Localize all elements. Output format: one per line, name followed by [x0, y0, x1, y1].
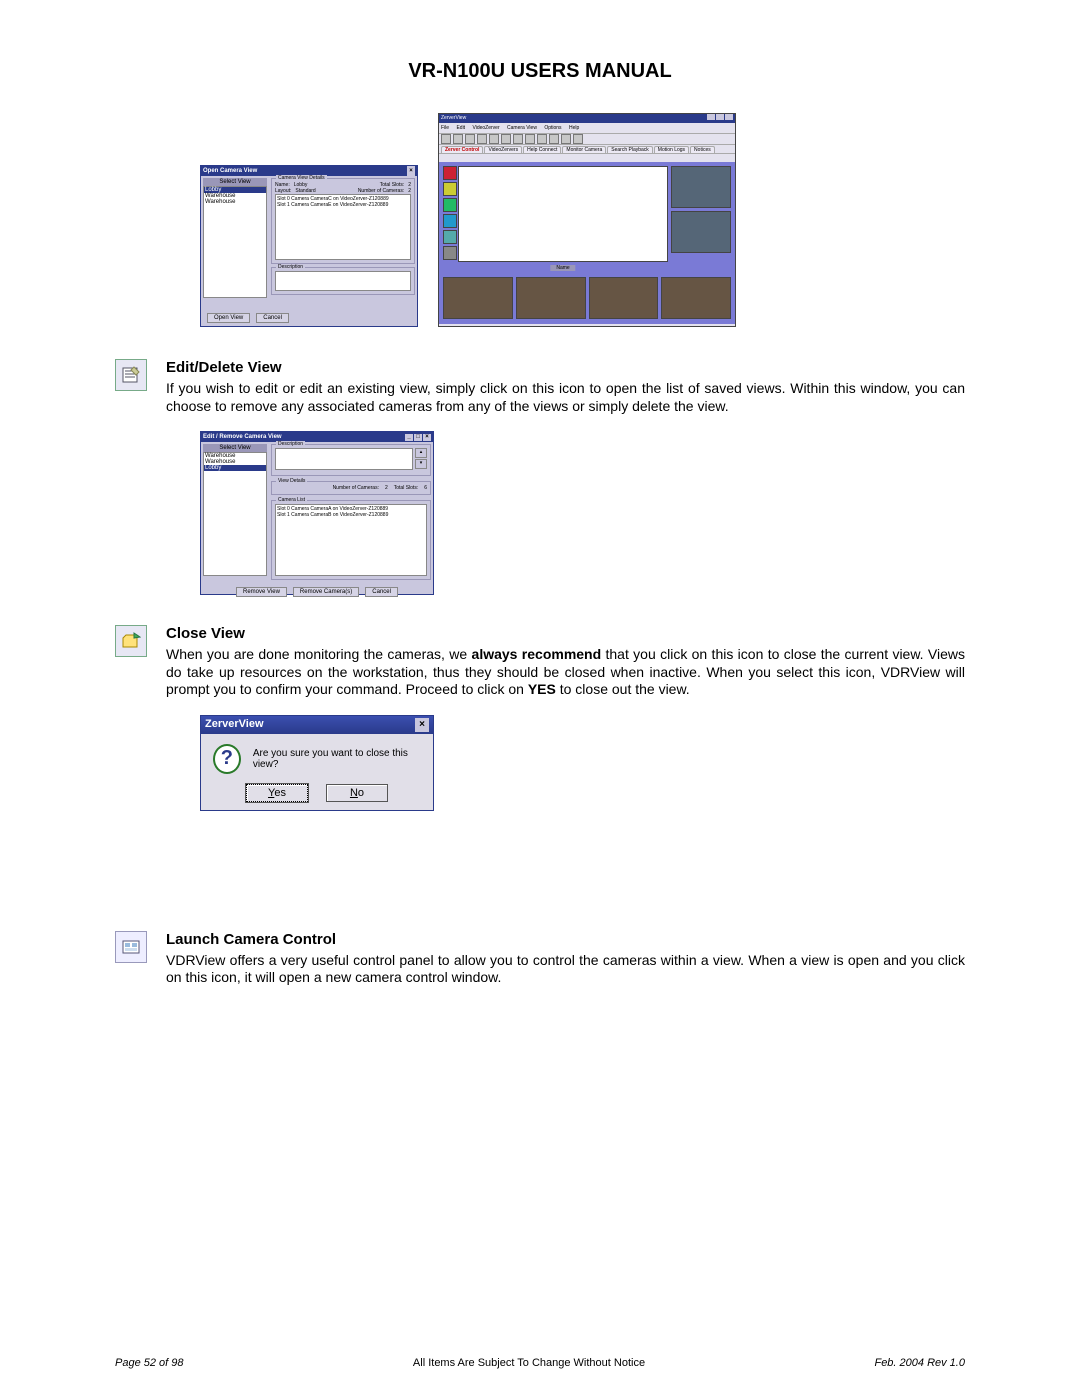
launch-camera-heading: Launch Camera Control	[166, 931, 965, 948]
side-toolbar[interactable]	[443, 166, 455, 262]
description-legend: Description	[276, 441, 305, 447]
page-title: VR-N100U USERS MANUAL	[115, 60, 965, 83]
select-view-header: Select View	[203, 178, 267, 186]
dialog-title: Edit / Remove Camera View	[203, 432, 282, 442]
menu-help[interactable]: Help	[569, 125, 579, 131]
yes-button[interactable]: Yes	[246, 784, 308, 802]
camera-list[interactable]: Slot 0 Camera CameraA on VideoZerver-Z12…	[275, 504, 427, 576]
view-list[interactable]: Lobby Warehouse Warehouse	[203, 186, 267, 298]
tab[interactable]: Motion Logs	[654, 146, 689, 153]
confirm-message: Are you sure you want to close this view…	[253, 748, 421, 770]
num-cameras-label: Number of Cameras:	[333, 485, 379, 491]
menu-file[interactable]: File	[441, 125, 449, 131]
remove-cameras-button[interactable]: Remove Camera(s)	[293, 587, 359, 597]
menu-videozerver[interactable]: VideoZerver	[472, 125, 499, 131]
tab[interactable]: Help Connect	[523, 146, 561, 153]
description-legend: Description	[276, 264, 305, 270]
launch-camera-control-icon	[115, 931, 147, 963]
remove-view-button[interactable]: Remove View	[236, 587, 287, 597]
edit-view-heading: Edit/Delete View	[166, 359, 965, 376]
zerverview-main-window: ZerverView File Edit VideoZerver Camera …	[438, 113, 736, 327]
list-item[interactable]: Lobby	[204, 465, 266, 471]
camera-list: Slot 0 Camera CameraC on VideoZerver-Z12…	[275, 194, 411, 260]
menu-cameraview[interactable]: Camera View	[507, 125, 537, 131]
thumbnail[interactable]	[661, 277, 731, 319]
tab[interactable]: Notices	[690, 146, 715, 153]
view-list[interactable]: Warehouse Warehouse Lobby	[203, 452, 267, 576]
close-icon[interactable]: ×	[423, 434, 431, 441]
cancel-button[interactable]: Cancel	[365, 587, 398, 597]
layout-value: Standard	[295, 188, 315, 194]
edit-view-icon	[115, 359, 147, 391]
cancel-button[interactable]: Cancel	[256, 313, 289, 323]
tab-bar[interactable]: Zerver Control VideoZervers Help Connect…	[439, 145, 735, 154]
tab[interactable]: Monitor Camera	[562, 146, 606, 153]
open-camera-view-dialog: Open Camera View × Select View Lobby War…	[200, 165, 418, 327]
footer-rev: Feb. 2004 Rev 1.0	[874, 1357, 965, 1369]
view-details-legend: View Details	[276, 478, 307, 484]
confirm-close-dialog: ZerverView × ? Are you sure you want to …	[200, 715, 434, 811]
question-icon: ?	[213, 744, 241, 774]
description-box	[275, 271, 411, 291]
list-item: Slot 1 Camera CameraE on VideoZerver-Z12…	[277, 202, 409, 208]
num-cameras-label: Number of Cameras:	[358, 188, 404, 194]
edit-view-text: If you wish to edit or edit an existing …	[166, 380, 965, 415]
viewport-label: Name	[550, 265, 575, 271]
dialog-title: ZerverView	[205, 718, 264, 732]
footer-page: Page 52 of 98	[115, 1357, 184, 1369]
thumbnail[interactable]	[443, 277, 513, 319]
num-cameras-value: 2	[408, 188, 411, 194]
toolbar[interactable]	[439, 133, 735, 145]
menu-bar[interactable]: File Edit VideoZerver Camera View Option…	[439, 123, 735, 133]
maximize-icon[interactable]: □	[414, 434, 422, 441]
camera-list-legend: Camera List	[276, 497, 307, 503]
close-icon[interactable]: ×	[407, 166, 415, 176]
tab[interactable]: Search Playback	[607, 146, 653, 153]
thumbnail[interactable]	[589, 277, 659, 319]
list-item[interactable]: Slot 1 Camera CameraB on VideoZerver-Z12…	[277, 512, 425, 518]
close-view-icon	[115, 625, 147, 657]
dialog-title: Open Camera View	[203, 166, 257, 176]
status-bar	[439, 324, 735, 326]
scroll-up-icon[interactable]: ▴	[415, 448, 427, 458]
menu-options[interactable]: Options	[544, 125, 561, 131]
num-cameras-value: 2	[385, 485, 388, 491]
total-slots-value: 6	[424, 485, 427, 491]
thumbnail[interactable]	[671, 166, 731, 208]
close-icon[interactable]: ×	[415, 718, 429, 732]
total-slots-label: Total Slots:	[394, 485, 418, 491]
edit-remove-dialog: Edit / Remove Camera View _□× Select Vie…	[200, 431, 434, 595]
close-view-text: When you are done monitoring the cameras…	[166, 646, 965, 699]
select-view-header: Select View	[203, 444, 267, 452]
window-controls[interactable]	[706, 114, 733, 123]
window-title: ZerverView	[441, 114, 466, 123]
minimize-icon[interactable]: _	[405, 434, 413, 441]
description-box	[275, 448, 413, 470]
scroll-down-icon[interactable]: ▾	[415, 459, 427, 469]
sub-toolbar	[439, 154, 735, 162]
tab[interactable]: VideoZervers	[484, 146, 522, 153]
tab[interactable]: Zerver Control	[441, 146, 483, 153]
close-view-heading: Close View	[166, 625, 965, 642]
open-view-button[interactable]: Open View	[207, 313, 250, 323]
menu-edit[interactable]: Edit	[456, 125, 465, 131]
list-item[interactable]: Warehouse	[204, 199, 266, 205]
no-button[interactable]: No	[326, 784, 388, 802]
footer-notice: All Items Are Subject To Change Without …	[413, 1357, 645, 1369]
launch-camera-text: VDRView offers a very useful control pan…	[166, 952, 965, 987]
details-legend: Camera View Details	[276, 175, 327, 181]
main-viewport: Name	[458, 166, 668, 262]
thumbnail[interactable]	[671, 211, 731, 253]
thumbnail[interactable]	[516, 277, 586, 319]
layout-label: Layout:	[275, 188, 291, 194]
